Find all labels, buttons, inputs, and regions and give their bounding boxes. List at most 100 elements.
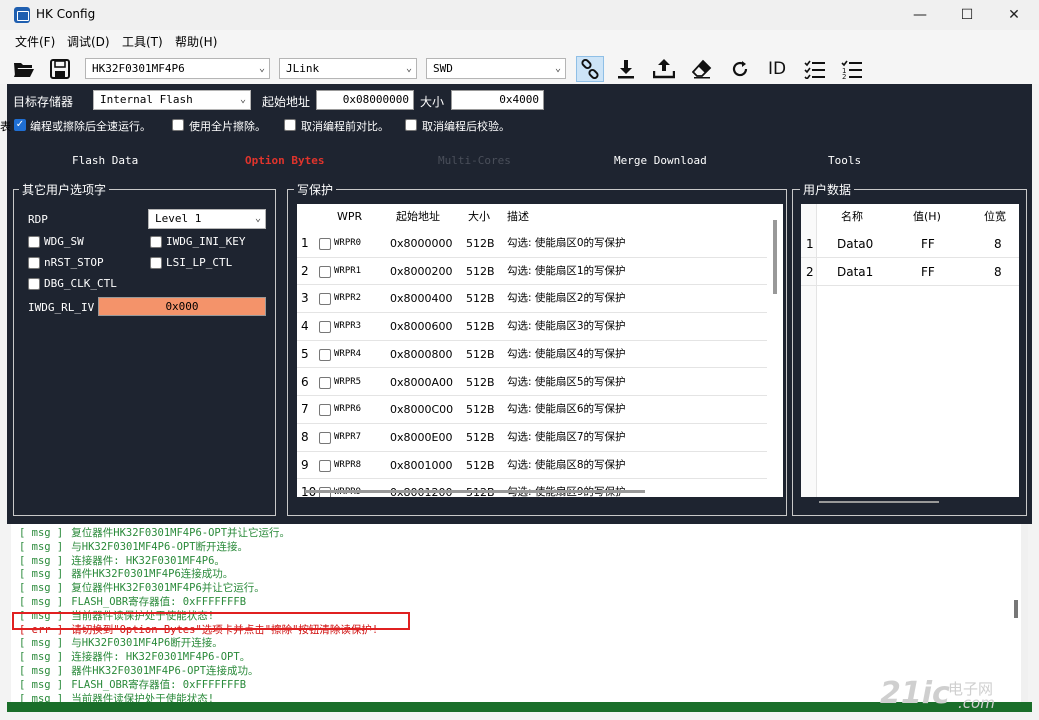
wpr-checkbox[interactable] [319,293,331,306]
table-row[interactable]: 2 Data1 FF 8 [801,258,1019,286]
wpr-description: 勾选: 使能扇区3的写保护 [507,320,626,333]
wpr-checkbox[interactable] [319,321,331,334]
tab-merge-download[interactable]: Merge Download [614,154,707,167]
table-row[interactable]: 8 WRPR7 0x8000E00 512B 勾选: 使能扇区7的写保护 [297,424,767,452]
wpr-address: 0x8000800 [390,347,453,361]
table-row[interactable]: 3 WRPR2 0x8000400 512B 勾选: 使能扇区2的写保护 [297,285,767,314]
iwdg-ini-key-label: IWDG_INI_KEY [166,235,246,248]
wpr-checkbox[interactable] [319,265,331,278]
table-row[interactable]: 1 WRPR0 0x8000000 512B 勾选: 使能扇区0的写保护 [297,230,767,258]
table-row[interactable]: 4 WRPR3 0x8000600 512B 勾选: 使能扇区3的写保护 [297,313,767,341]
table-row[interactable]: 10 WRPR9 0x8001200 512B 勾选: 使能扇区9的写保护 [297,479,767,497]
user-data-value: FF [921,237,935,251]
menu-tools[interactable]: 工具(T) [122,33,163,50]
log-tag: [ msg ] [19,568,64,581]
row-number: 10 [301,479,316,497]
checklist-icon[interactable] [801,56,829,82]
chip-select[interactable]: HK32F0301MF4P6 ⌄ [85,58,270,79]
wpr-checkbox[interactable] [319,238,331,250]
wpr-address: 0x8001000 [390,458,453,472]
tab-tools[interactable]: Tools [828,154,861,167]
log-scrollbar[interactable] [1014,600,1018,618]
row-number: 7 [301,402,309,417]
save-icon[interactable] [46,56,74,82]
menu-file[interactable]: 文件(F) [15,33,55,50]
app-icon [14,7,30,23]
column-header-description[interactable]: 描述 [507,204,529,230]
horizontal-scrollbar[interactable] [819,501,939,503]
table-row[interactable]: 1 Data0 FF 8 [801,230,1019,258]
column-header-size[interactable]: 大小 [468,204,490,230]
wpr-size: 512B [466,237,495,250]
wpr-name: WRPR7 [334,431,362,442]
column-header-value[interactable]: 值(H) [913,204,941,230]
eraser-icon[interactable] [688,56,716,82]
id-button[interactable]: ID [763,56,791,82]
wpr-checkbox[interactable] [319,348,331,361]
nrst-stop-checkbox[interactable] [28,257,40,269]
upload-icon[interactable] [650,56,678,82]
lsi-lp-ctl-checkbox[interactable] [150,257,162,269]
row-number: 3 [301,291,309,306]
tab-option-bytes[interactable]: Option Bytes [245,154,324,167]
probe-select[interactable]: JLink ⌄ [279,58,417,79]
start-address-label: 起始地址 [262,95,311,109]
tab-multi-cores[interactable]: Multi-Cores [438,154,511,167]
rdp-select[interactable]: Level 1 ⌄ [148,209,266,229]
iwdg-rl-iv-input[interactable]: 0x000 [98,297,266,316]
interface-select[interactable]: SWD ⌄ [426,58,566,79]
iwdg-ini-key-checkbox[interactable] [150,236,162,248]
option-run-after-checkbox[interactable]: ✓ [14,119,26,131]
open-folder-icon[interactable] [10,56,38,82]
column-header-start-address[interactable]: 起始地址 [396,204,440,230]
row-number: 9 [301,457,309,472]
table-row[interactable]: 7 WRPR6 0x8000C00 512B 勾选: 使能扇区6的写保护 [297,396,767,424]
table-row[interactable]: 9 WRPR8 0x8001000 512B 勾选: 使能扇区8的写保护 [297,452,767,480]
wpr-name: WRPR3 [334,321,362,332]
download-icon[interactable] [612,56,640,82]
option-skip-verify-label: 取消编程后校验。 [422,120,510,133]
wdg-sw-checkbox[interactable] [28,236,40,248]
close-button[interactable]: ✕ [991,0,1037,30]
wpr-description: 勾选: 使能扇区8的写保护 [507,458,626,471]
wpr-name: WRPR1 [334,265,362,276]
numbered-list-icon[interactable]: 12 [838,56,866,82]
wpr-address: 0x8000600 [390,320,453,334]
table-row[interactable]: 2 WRPR1 0x8000200 512B 勾选: 使能扇区1的写保护 [297,258,767,286]
option-full-erase-checkbox[interactable] [172,119,184,131]
size-input[interactable]: 0x4000 [451,90,544,110]
refresh-icon[interactable] [726,56,754,82]
wpr-checkbox[interactable] [319,376,331,389]
wpr-checkbox[interactable] [319,459,331,472]
column-header-name[interactable]: 名称 [841,204,863,230]
log-text: 复位器件HK32F0301MF4P6-OPT并让它运行。 [71,527,291,539]
probe-select-value: JLink [286,62,320,75]
horizontal-scrollbar[interactable] [305,490,645,493]
vertical-scrollbar[interactable] [773,220,777,294]
log-text: 与HK32F0301MF4P6-OPT断开连接。 [71,540,249,553]
wpr-checkbox[interactable] [319,404,331,417]
wpr-checkbox[interactable] [319,431,331,444]
minimize-button[interactable]: — [897,0,943,30]
log-line: [ msg ] 与HK32F0301MF4P6断开连接。 [19,636,223,650]
tab-flash-data[interactable]: Flash Data [72,154,138,167]
wpr-description: 勾选: 使能扇区5的写保护 [507,375,626,388]
column-header-wpr[interactable]: WPR [337,204,362,230]
target-memory-select[interactable]: Internal Flash ⌄ [93,90,251,110]
dbg-clk-ctl-checkbox[interactable] [28,278,40,290]
error-highlight-box [12,612,410,630]
connect-link-icon[interactable] [576,56,604,82]
option-skip-compare-checkbox[interactable] [284,119,296,131]
option-skip-verify-checkbox[interactable] [405,119,417,131]
log-line: [ msg ] FLASH_OBR寄存器值: 0xFFFFFFFB [19,595,246,609]
menu-debug[interactable]: 调试(D) [67,33,110,50]
chevron-down-icon: ⌄ [405,63,412,74]
maximize-button[interactable]: ☐ [944,0,990,30]
table-row[interactable]: 6 WRPR5 0x8000A00 512B 勾选: 使能扇区5的写保护 [297,369,767,397]
table-row[interactable]: 5 WRPR4 0x8000800 512B 勾选: 使能扇区4的写保护 [297,341,767,369]
column-header-width[interactable]: 位宽 [984,204,1006,230]
menu-help[interactable]: 帮助(H) [175,33,217,50]
start-address-input[interactable]: 0x08000000 [316,90,414,110]
row-number: 5 [301,346,309,361]
log-tag: [ msg ] [19,582,64,595]
